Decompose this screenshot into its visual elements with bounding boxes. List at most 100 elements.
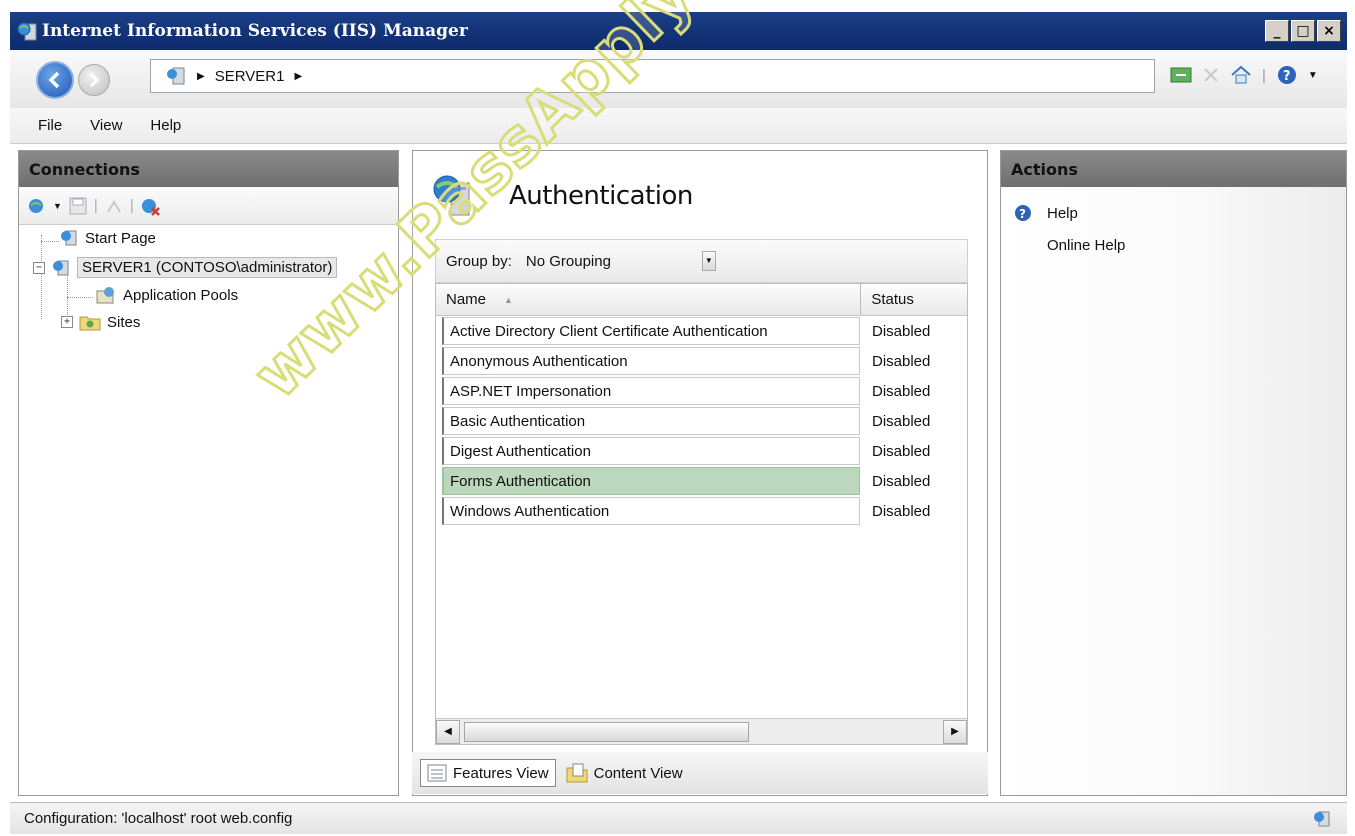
group-by-bar: Group by: No Grouping ▼ <box>435 239 968 283</box>
disconnect-icon[interactable] <box>140 196 162 216</box>
row-status: Disabled <box>872 382 931 400</box>
row-status: Disabled <box>872 412 931 430</box>
tree-item-application-pools[interactable]: Application Pools <box>95 285 238 305</box>
tab-label: Content View <box>593 764 683 782</box>
stop-icon[interactable] <box>1202 66 1220 84</box>
server-icon <box>53 260 69 275</box>
table-row[interactable]: Basic Authentication Disabled <box>436 406 967 436</box>
connect-icon[interactable] <box>27 196 47 216</box>
list-header: Name ▲ Status <box>436 284 967 316</box>
row-name: Active Directory Client Certificate Auth… <box>442 317 860 345</box>
up-level-icon[interactable] <box>104 196 124 216</box>
tree-item-start-page[interactable]: Start Page <box>59 229 156 247</box>
breadcrumb-arrow-icon[interactable]: ▶ <box>197 71 205 82</box>
table-row[interactable]: ASP.NET Impersonation Disabled <box>436 376 967 406</box>
toolbar-separator: | <box>1262 66 1266 84</box>
actions-heading: Actions <box>1001 151 1346 187</box>
action-help[interactable]: ? Help <box>1013 203 1078 223</box>
features-view-icon <box>427 764 447 782</box>
menu-bar: File View Help <box>10 108 1347 144</box>
table-row[interactable]: Active Directory Client Certificate Auth… <box>436 316 967 346</box>
svg-text:?: ? <box>1019 207 1026 221</box>
row-status: Disabled <box>872 502 931 520</box>
row-status: Disabled <box>872 322 931 340</box>
table-row-selected[interactable]: Forms Authentication Disabled <box>436 466 967 496</box>
table-row[interactable]: Digest Authentication Disabled <box>436 436 967 466</box>
navigation-bar: ▶ SERVER1 ▶ | ? ▼ <box>10 50 1347 108</box>
maximize-button[interactable]: □ <box>1291 20 1315 42</box>
scroll-right-icon[interactable]: ▶ <box>943 719 967 744</box>
refresh-icon[interactable] <box>1170 66 1192 84</box>
back-button[interactable] <box>36 61 74 99</box>
connections-heading: Connections <box>19 151 398 187</box>
menu-view[interactable]: View <box>90 117 122 134</box>
row-name: Windows Authentication <box>442 497 860 525</box>
tab-features-view[interactable]: Features View <box>420 759 556 787</box>
iis-icon <box>17 22 37 41</box>
row-status: Disabled <box>872 472 931 490</box>
breadcrumb-server[interactable]: SERVER1 <box>215 68 285 85</box>
forward-button[interactable] <box>78 64 110 96</box>
close-button[interactable]: × <box>1317 20 1341 42</box>
authentication-list: Name ▲ Status Active Directory Client Ce… <box>435 283 968 745</box>
column-status-label: Status <box>871 291 914 308</box>
toolbar-separator: | <box>129 197 134 214</box>
action-online-help-label: Online Help <box>1047 237 1126 254</box>
minimize-button[interactable]: _ <box>1265 20 1289 42</box>
tab-content-view[interactable]: Content View <box>560 759 689 787</box>
column-name-label: Name <box>446 291 487 308</box>
status-bar: Configuration: 'localhost' root web.conf… <box>10 802 1347 834</box>
view-tabs: Features View Content View <box>412 752 988 794</box>
start-page-icon <box>61 230 77 246</box>
window-title: Internet Information Services (IIS) Mana… <box>42 21 468 41</box>
group-by-label: Group by: <box>446 252 512 270</box>
authentication-icon <box>433 175 470 216</box>
row-name: Digest Authentication <box>442 437 860 465</box>
chevron-down-icon[interactable]: ▼ <box>701 251 716 271</box>
svg-text:?: ? <box>1283 69 1291 84</box>
menu-file[interactable]: File <box>38 117 62 134</box>
menu-help[interactable]: Help <box>150 117 181 134</box>
expand-icon[interactable]: + <box>61 316 73 328</box>
table-row[interactable]: Windows Authentication Disabled <box>436 496 967 526</box>
action-help-label: Help <box>1047 204 1078 222</box>
column-header-name[interactable]: Name ▲ <box>436 284 862 315</box>
group-by-select[interactable]: No Grouping ▼ <box>522 247 718 275</box>
tree-label: Start Page <box>85 229 156 247</box>
tree-label: Sites <box>107 313 141 331</box>
content-view-icon <box>566 763 588 783</box>
actions-panel: Actions ? Help Online Help <box>1000 150 1347 796</box>
collapse-icon[interactable]: − <box>33 261 45 274</box>
row-name: Forms Authentication <box>442 467 860 495</box>
help-dropdown-icon[interactable]: ▼ <box>1308 70 1318 81</box>
row-name: ASP.NET Impersonation <box>442 377 860 405</box>
address-bar[interactable]: ▶ SERVER1 ▶ <box>150 59 1155 93</box>
connections-toolbar: ▼ | | <box>19 187 398 225</box>
row-name: Basic Authentication <box>442 407 860 435</box>
tree-label: Application Pools <box>123 286 239 304</box>
forward-arrow-icon <box>89 72 100 88</box>
horizontal-scrollbar[interactable]: ◀ ▶ <box>436 718 967 744</box>
connect-dropdown-icon[interactable]: ▼ <box>53 201 62 211</box>
scroll-thumb[interactable] <box>464 721 749 742</box>
breadcrumb-arrow-icon[interactable]: ▶ <box>294 71 302 82</box>
sort-ascending-icon: ▲ <box>504 294 513 305</box>
tab-label: Features View <box>453 764 549 782</box>
action-online-help[interactable]: Online Help <box>1047 237 1125 254</box>
tree-item-server[interactable]: − SERVER1 (CONTOSO\administrator) <box>33 257 338 278</box>
title-bar: Internet Information Services (IIS) Mana… <box>10 12 1347 50</box>
connections-tree: Start Page − SERVER1 (CONTOSO\administra… <box>19 225 398 331</box>
home-icon[interactable] <box>1230 65 1252 85</box>
help-icon[interactable]: ? <box>1276 64 1298 86</box>
save-icon[interactable] <box>68 196 88 216</box>
server-icon <box>167 67 185 85</box>
server-status-icon <box>1314 811 1330 827</box>
feature-title: Authentication <box>509 181 693 211</box>
connections-panel: Connections ▼ | | Start Page − SERVER1 (… <box>18 150 399 796</box>
toolbar-separator: | <box>93 197 98 214</box>
help-icon: ? <box>1015 205 1031 221</box>
table-row[interactable]: Anonymous Authentication Disabled <box>436 346 967 376</box>
scroll-left-icon[interactable]: ◀ <box>436 719 460 744</box>
tree-item-sites[interactable]: + Sites <box>61 313 140 331</box>
column-header-status[interactable]: Status <box>861 284 967 315</box>
